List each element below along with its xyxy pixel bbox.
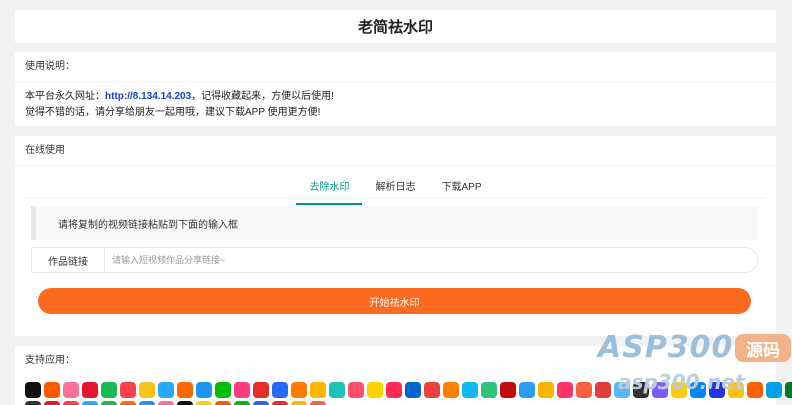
kuaikan-icon [367, 382, 383, 398]
instructions-line-2: 觉得不错的话，请分享给朋友一起用哦，建议下载APP 使用更方便! [25, 107, 321, 118]
tab-divider [25, 198, 766, 199]
tab-remove-watermark[interactable]: 去除水印 [296, 174, 363, 205]
tab-parse-log[interactable]: 解析日志 [362, 174, 428, 205]
url-suffix: ，记得收藏起来，方便以后使用! [191, 91, 334, 102]
watermark-logo: ASP300 [598, 330, 734, 365]
lishipin-icon [405, 382, 421, 398]
bilibili-icon [63, 382, 79, 398]
app-icon [120, 401, 136, 405]
kuwo-icon [538, 382, 554, 398]
kuaishou-icon [44, 382, 60, 398]
lizhi-icon [557, 382, 573, 398]
instructions-card: 使用说明： 本平台永久网址：http://8.134.14.203，记得收藏起来… [15, 52, 776, 126]
acfun-icon [253, 382, 269, 398]
tiktok-icon [25, 382, 41, 398]
instructions-line-1: 本平台永久网址：http://8.134.14.203，记得收藏起来，方便以后使… [25, 89, 766, 105]
meipai-icon [234, 382, 250, 398]
watermark-url: asp300.net [618, 370, 745, 394]
app-icon [215, 401, 231, 405]
instructions-title: 使用说明： [15, 52, 776, 82]
app-icon [272, 401, 288, 405]
app-icon [291, 401, 307, 405]
tab-bar: 去除水印 解析日志 下载APP [15, 174, 776, 205]
app-icon [196, 401, 212, 405]
app-icon [253, 401, 269, 405]
miaopai-icon [443, 382, 459, 398]
ximalaya-icon [576, 382, 592, 398]
watermark-tag: 源码 [735, 334, 791, 362]
kugou-icon [519, 382, 535, 398]
supported-apps-row-2 [25, 401, 326, 405]
weibo-icon [82, 382, 98, 398]
url-prefix: 本平台永久网址： [25, 91, 105, 102]
netease-icon [500, 382, 516, 398]
app-icon [101, 401, 117, 405]
link-field-label: 作品链接 [31, 247, 104, 273]
start-remove-watermark-button[interactable]: 开始祛水印 [38, 288, 751, 314]
qq-music-icon [481, 382, 497, 398]
app-icon [234, 401, 250, 405]
toutiao-icon [424, 382, 440, 398]
video-link-input[interactable] [104, 247, 758, 273]
iqiyi-icon [215, 382, 231, 398]
app-icon [82, 401, 98, 405]
quanmin-icon [348, 382, 364, 398]
site-watermark: ASP300 源码 asp300.net [598, 330, 792, 400]
instructions-body: 本平台永久网址：http://8.134.14.203，记得收藏起来，方便以后使… [15, 82, 776, 128]
huoshan-icon [120, 382, 136, 398]
online-use-card: 在线使用 去除水印 解析日志 下载APP 请将复制的视频链接粘贴到下面的输入框 … [15, 136, 776, 336]
weishi-icon [177, 382, 193, 398]
page-title: 老简祛水印 [357, 19, 433, 36]
app-icon [44, 401, 60, 405]
permanent-url-link[interactable]: http://8.134.14.203 [105, 91, 191, 102]
pipixia-icon [139, 382, 155, 398]
app-icon [177, 401, 193, 405]
momo-icon [158, 382, 174, 398]
link-form-row: 作品链接 [31, 247, 758, 273]
app-icon [310, 401, 326, 405]
huya-icon [310, 382, 326, 398]
header-bar: 老简祛水印 [15, 10, 776, 43]
xigua-icon [101, 382, 117, 398]
app-icon [25, 401, 41, 405]
zuiyou-icon [329, 382, 345, 398]
xiaohongshu-icon [386, 382, 402, 398]
haokan-icon [272, 382, 288, 398]
douyu-icon [291, 382, 307, 398]
youku-icon [196, 382, 212, 398]
tencent-icon [462, 382, 478, 398]
app-icon [158, 401, 174, 405]
paste-notice: 请将复制的视频链接粘贴到下面的输入框 [31, 206, 758, 240]
online-use-title: 在线使用 [15, 136, 776, 166]
app-icon [139, 401, 155, 405]
app-icon [63, 401, 79, 405]
tab-download-app[interactable]: 下载APP [428, 174, 494, 205]
